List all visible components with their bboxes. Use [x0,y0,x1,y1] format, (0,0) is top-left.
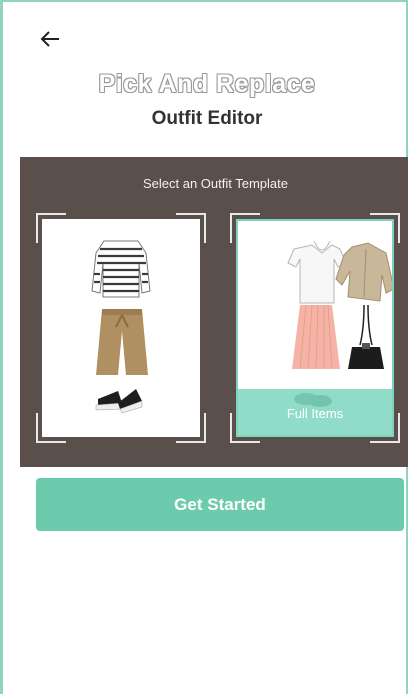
outfit-template-1[interactable] [36,213,206,443]
outfit-template-2[interactable]: Full Items [230,213,400,443]
frame-corner [36,213,66,243]
page-title: Outfit Editor [151,108,263,129]
striped-top [91,240,151,298]
arrow-left-icon [40,31,59,47]
template-section-label: Select an Outfit Template [142,176,288,191]
back-button[interactable] [37,26,63,52]
template-panel: Select an Outfit Template Full Items [20,157,408,467]
brand-title: Pick And Replace [98,70,316,98]
app-frame: Pick And Replace Outfit Editor Select an… [0,0,408,694]
outfit-illustration-1 [91,240,151,414]
full-items-badge: Full Items [236,389,394,437]
frame-corner [176,413,206,443]
khaki-pants [96,309,148,375]
frame-corner [176,213,206,243]
sneakers [95,389,143,414]
frame-corner [36,413,66,443]
get-started-button[interactable]: Get Started [36,478,404,531]
